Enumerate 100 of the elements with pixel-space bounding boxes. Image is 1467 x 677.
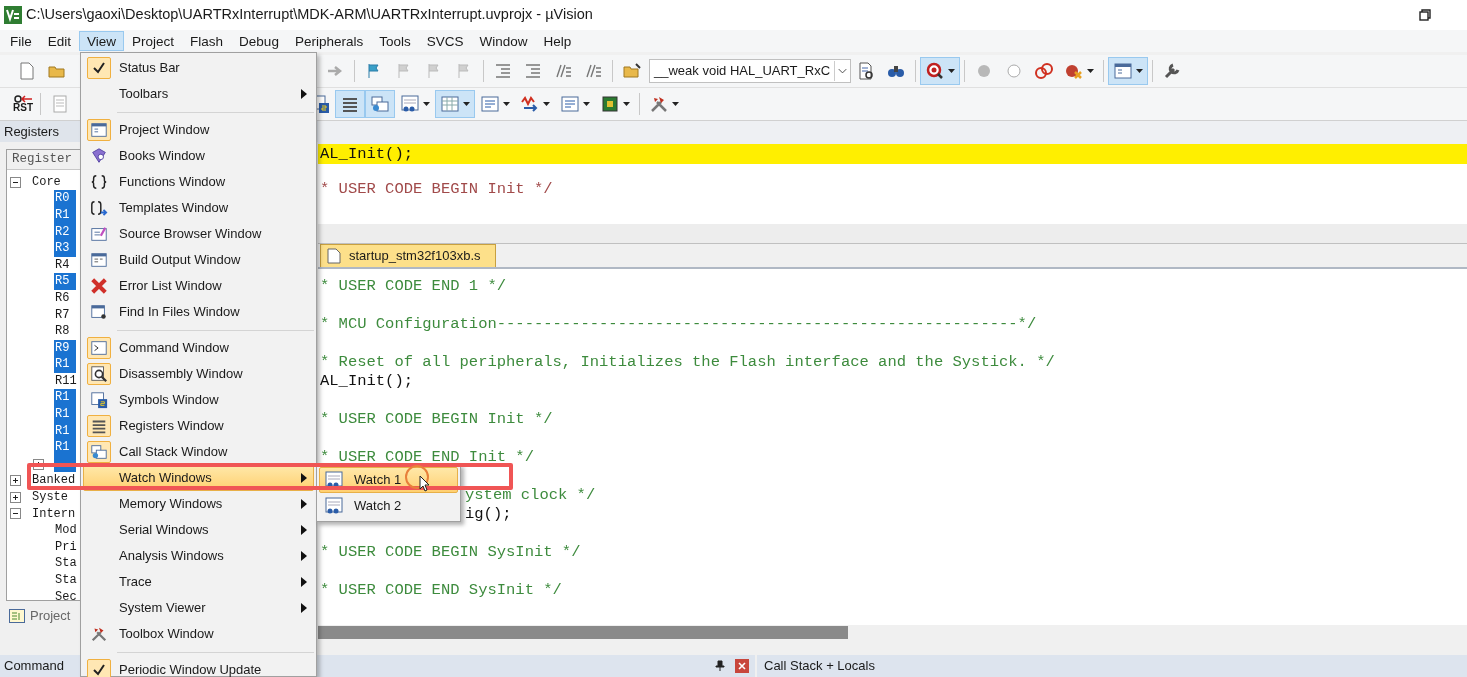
tree-item[interactable]: Sec <box>54 588 78 606</box>
submenu-arrow-icon <box>301 89 307 99</box>
reset-button[interactable]: RST <box>10 90 36 118</box>
panel-title: Command <box>4 657 64 676</box>
menu-item[interactable]: SVCS <box>418 31 472 51</box>
tree-item[interactable]: R8 <box>54 323 71 340</box>
menu-item[interactable]: Peripherals <box>286 31 372 51</box>
page-icon <box>50 94 70 114</box>
tree-item[interactable]: Sta <box>54 555 78 572</box>
tree-item[interactable]: Core <box>31 173 62 191</box>
toolbar-button[interactable] <box>920 57 961 85</box>
submenu-arrow-icon <box>301 603 307 613</box>
menu-item[interactable]: Symbols Window <box>83 387 314 413</box>
menu-item[interactable]: Templates Window <box>83 195 314 221</box>
code-line: ystem clock */ <box>465 486 596 505</box>
open-folder-icon <box>622 61 642 81</box>
caret-icon <box>583 102 590 106</box>
menu-item[interactable]: Watch 2 <box>319 493 458 519</box>
code-line: * USER CODE BEGIN Init */ <box>320 410 553 429</box>
breakpoints-icon <box>1034 61 1055 81</box>
tree-item[interactable]: R3 <box>54 240 76 257</box>
menu-item[interactable]: Toolbars <box>83 81 314 107</box>
tree-item[interactable]: Banked <box>31 472 77 490</box>
menu-item[interactable]: Flash <box>182 31 232 51</box>
document-icon <box>17 61 37 81</box>
collapse-icon[interactable] <box>10 508 21 520</box>
menu-item[interactable]: Functions Window <box>83 169 314 195</box>
caret-icon <box>1136 69 1144 73</box>
menu-item[interactable]: Trace <box>83 569 314 595</box>
window-icon <box>1113 61 1134 81</box>
menu-item[interactable]: Project <box>124 31 183 51</box>
code-line: AL_Init(); <box>320 372 413 391</box>
tree-item[interactable]: R11 <box>54 372 78 390</box>
code-line: * Reset of all peripherals, Initializes the Flash interface and the Systick. */ <box>320 353 1055 372</box>
menu-item[interactable]: Edit <box>39 31 80 51</box>
tree-item[interactable]: Intern <box>31 505 77 523</box>
restore-icon[interactable] <box>1419 9 1431 21</box>
caret-icon <box>1087 69 1095 73</box>
file-tab[interactable]: startup_stm32f103xb.s <box>320 244 496 267</box>
code-line: * USER CODE END SysInit */ <box>320 581 562 600</box>
tree-item[interactable]: Mod <box>54 522 78 539</box>
project-tab[interactable]: Project <box>7 606 73 626</box>
menu-item[interactable]: Error List Window <box>83 273 314 299</box>
toolbar-button[interactable] <box>335 90 365 118</box>
document-icon <box>327 248 341 264</box>
menu-item[interactable]: Find In Files Window <box>83 299 314 325</box>
grid-window-icon <box>440 94 460 114</box>
menu-item[interactable]: Help <box>535 31 580 51</box>
menu-item[interactable]: System Viewer <box>83 595 314 621</box>
function-combobox[interactable]: __weak void HAL_UART_RxC <box>649 59 852 83</box>
menu-item[interactable]: Periodic Window Update <box>83 657 314 677</box>
menu-item[interactable]: Memory Windows <box>83 491 314 517</box>
toolbar-button[interactable] <box>1108 57 1149 85</box>
menu-item[interactable]: File <box>2 31 40 51</box>
expand-icon[interactable] <box>10 491 21 503</box>
collapse-icon[interactable] <box>10 176 21 188</box>
tree-item[interactable]: R1 <box>54 389 76 407</box>
menu-item[interactable]: Tools <box>371 31 419 51</box>
menu-item[interactable]: Toolbox Window <box>83 621 314 647</box>
tree-item[interactable]: Syste <box>31 489 69 506</box>
tree-item[interactable]: R1 <box>54 406 76 423</box>
menu-item[interactable]: Command Window <box>83 335 314 361</box>
menu-item[interactable]: Build Output Window <box>83 247 314 273</box>
menu-item[interactable]: Window <box>471 31 536 51</box>
menu-item[interactable]: Serial Windows <box>83 517 314 543</box>
tree-item[interactable]: R1 <box>54 356 76 373</box>
submenu-arrow-icon <box>301 551 307 561</box>
menu-item[interactable]: Status Bar <box>83 55 314 81</box>
submenu-arrow-icon <box>301 577 307 587</box>
caret-icon <box>672 102 679 106</box>
pin-icon[interactable] <box>715 660 725 672</box>
menu-item[interactable]: Debug <box>231 31 287 51</box>
tree-item[interactable]: R4 <box>54 256 71 274</box>
memory-window-icon <box>560 94 580 114</box>
caret-icon <box>503 102 510 106</box>
menu-item[interactable]: Source Browser Window <box>83 221 314 247</box>
memory-window-icon <box>480 94 500 114</box>
tree-item[interactable]: R9 <box>54 339 76 357</box>
menu-item[interactable]: Disassembly Window <box>83 361 314 387</box>
tree-item[interactable]: R7 <box>54 306 71 324</box>
expand-icon[interactable] <box>10 475 21 487</box>
tree-item[interactable]: R1 <box>54 439 76 456</box>
code-line: ig(); <box>465 505 512 524</box>
menu-item[interactable]: View <box>79 31 125 51</box>
menu-item[interactable]: Analysis Windows <box>83 543 314 569</box>
tools-icon <box>649 94 669 114</box>
tree-item[interactable]: Sta <box>54 572 78 589</box>
tree-item[interactable]: R0 <box>54 190 76 207</box>
menu-item[interactable]: Call Stack Window <box>83 439 314 465</box>
chip-icon <box>600 94 620 114</box>
scrollbar-thumb[interactable] <box>318 626 848 639</box>
tree-item[interactable]: R5 <box>54 273 76 290</box>
caret-icon <box>543 102 550 106</box>
close-icon[interactable] <box>735 659 749 673</box>
menu-item[interactable]: Registers Window <box>83 413 314 439</box>
window-icon <box>9 609 25 623</box>
app-logo-icon <box>4 6 22 24</box>
tree-item[interactable]: R6 <box>54 289 71 307</box>
watch-window-icon <box>324 496 344 516</box>
tree-item[interactable]: Pri <box>54 538 78 556</box>
